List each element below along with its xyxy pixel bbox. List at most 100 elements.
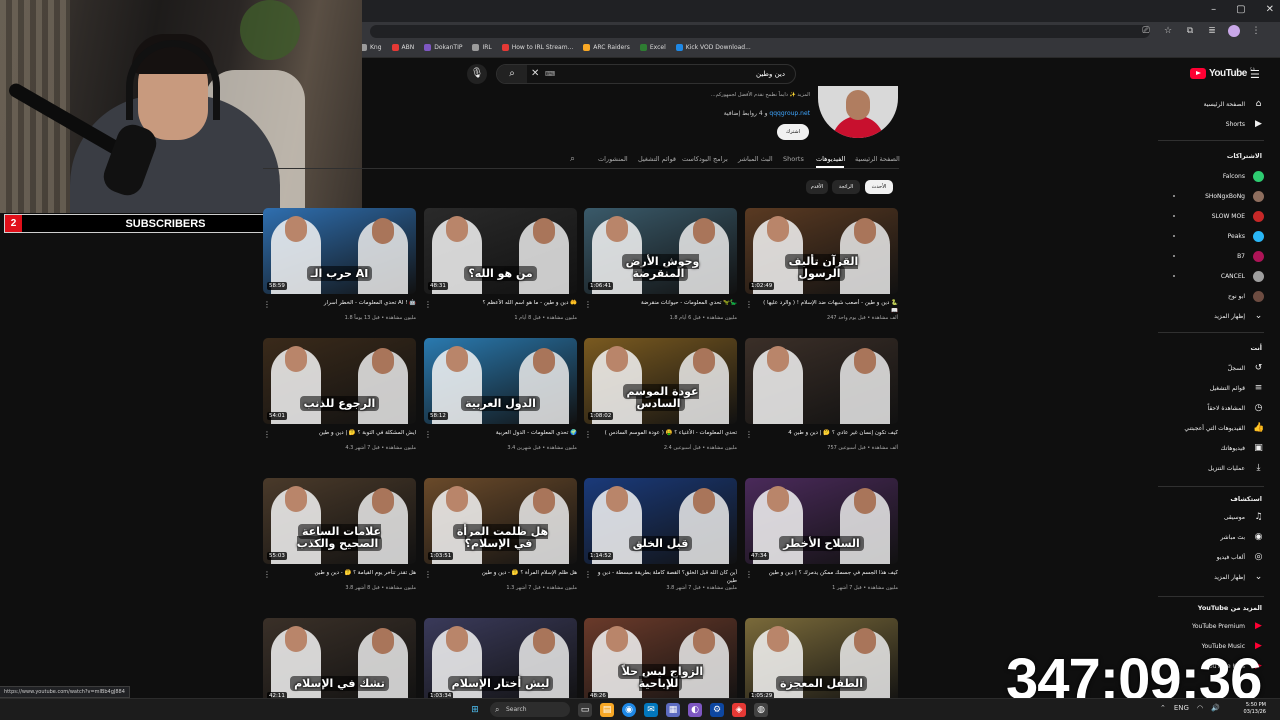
channel-links[interactable]: و 4 روابط إضافية qqqgroup.net [706, 110, 810, 117]
sidebar-item[interactable]: ابو نوح [1160, 288, 1264, 304]
video-title[interactable]: هل ظلم الإسلام المرأة ؟ 🤔 - دين و طين [424, 569, 577, 585]
video-thumbnail[interactable]: تشك في الإسلام 42:11 [263, 618, 416, 704]
tab-1[interactable]: الفيديوهات [816, 155, 845, 163]
sidebar-item[interactable]: SLOW MOE [1160, 208, 1264, 224]
bookmark-item[interactable]: ABN [391, 44, 414, 51]
store-icon[interactable]: ▦ [666, 702, 680, 717]
sort-chip[interactable]: الرائجة [832, 180, 860, 194]
video-card[interactable]: علامات الساعة الصحيح والكذب 55:03 هل تقدر … [263, 478, 416, 591]
video-thumbnail[interactable]: وحوش الأرض المنقرضة 1:06:41 [584, 208, 737, 294]
channel-description[interactable]: ...المزيد ✨ دايماً نطمح نقدم الأفضل لجمه… [706, 92, 810, 98]
more-options-icon[interactable]: ⋮ [584, 430, 592, 439]
keyboard-icon[interactable]: ⌨ [545, 70, 555, 78]
video-card[interactable]: قبل الخلق 1:14:52 أين كان الله قبل الخلق؟ … [584, 478, 737, 591]
bookmark-item[interactable]: How to IRL Stream... [501, 44, 573, 51]
search-input[interactable]: ⌕ ✕ ⌨ دين وطين [496, 64, 796, 84]
wifi-icon[interactable]: ◠ [1197, 704, 1203, 712]
channel-search-icon[interactable]: ⌕ [570, 154, 575, 164]
video-card[interactable]: الدول العربية 58:12 تحدي المعلومات - الدول… [424, 338, 577, 451]
bookmark-item[interactable]: Kick VOD Download... [675, 44, 751, 51]
start-icon[interactable]: ⊞ [468, 703, 482, 717]
video-title[interactable]: كيف تكون إنسان غير عادي ؟ 🤔 | دين و طين … [745, 429, 898, 445]
tab-0[interactable]: الصفحة الرئيسية [855, 155, 900, 163]
tab-6[interactable]: المنشورات [598, 155, 628, 163]
sidebar-item[interactable]: B7 [1160, 248, 1264, 264]
sidebar-item[interactable]: ألعاب فيديو ◎ [1160, 549, 1264, 565]
channel-link[interactable]: qqqgroup.net [769, 110, 810, 117]
steam-icon[interactable]: ⚙ [710, 702, 724, 717]
tab-4[interactable]: برامج البودكاست [682, 155, 728, 163]
sort-chip[interactable]: الأقدم [806, 180, 828, 194]
sidebar-item[interactable]: موسيقى ♫ [1160, 509, 1264, 525]
video-thumbnail[interactable]: حرب الـ AI 58:59 [263, 208, 416, 294]
video-thumbnail[interactable]: ليش أختار الإسلام 1:03:34 [424, 618, 577, 704]
reading-list-icon[interactable]: ≣ [1206, 25, 1218, 37]
subscriptions-heading[interactable]: الاشتراكات [1160, 152, 1262, 160]
taskbar-clock[interactable]: 5:50 PM 03/13/26 [1244, 702, 1266, 716]
chrome-icon[interactable]: ◉ [622, 702, 636, 717]
more-options-icon[interactable]: ⋮ [584, 300, 592, 309]
task-view-icon[interactable]: ▭ [578, 702, 592, 717]
more-options-icon[interactable]: ⋮ [263, 430, 271, 439]
sidebar-item[interactable]: الفيديوهات التي أعجبتني 👍 [1160, 420, 1264, 436]
voice-search-button[interactable]: 🎙 [467, 64, 487, 84]
you-heading[interactable]: أنت [1160, 344, 1262, 352]
bookmark-item[interactable]: Kng [360, 44, 382, 51]
profile-avatar[interactable] [1228, 25, 1240, 37]
youtube-logo[interactable]: YouTube SA [1190, 67, 1255, 79]
video-thumbnail[interactable]: الزواج ليس حلاً للإباحية 48:26 [584, 618, 737, 704]
more-options-icon[interactable]: ⋮ [745, 570, 753, 579]
video-title[interactable]: هل تقدر تتأخر يوم القيامة ؟ 🤔 - دين و طي… [263, 569, 417, 585]
video-card[interactable]: ليش أختار الإسلام 1:03:34 [424, 618, 577, 704]
tab-2[interactable]: Shorts [783, 155, 804, 163]
bookmark-item[interactable]: IRL [472, 44, 492, 51]
video-title[interactable]: أين كان الله قبل الخلق؟ القصة كاملة بطري… [584, 569, 737, 585]
video-thumbnail[interactable] [745, 338, 898, 424]
sidebar-item[interactable]: قوائم التشغيل ≡ [1160, 380, 1264, 396]
taskbar-search[interactable]: Search [490, 702, 570, 717]
video-thumbnail[interactable]: الدول العربية 58:12 [424, 338, 577, 424]
sidebar-item[interactable]: عمليات التنزيل ⤓ [1160, 460, 1264, 476]
video-thumbnail[interactable]: هل ظلمت المرأة في الإسلام؟ 1:03:51 [424, 478, 577, 564]
video-thumbnail[interactable]: السلاح الأخطر 47:34 [745, 478, 898, 564]
more-options-icon[interactable]: ⋮ [424, 570, 432, 579]
video-card[interactable]: من هو الله؟ 48:31 دين و طين - ما هو اسم ال… [424, 208, 577, 321]
sidebar-item[interactable]: إظهار المزيد ⌄ [1160, 569, 1264, 585]
video-card[interactable]: هل ظلمت المرأة في الإسلام؟ 1:03:51 هل ظلم … [424, 478, 577, 591]
sidebar-item[interactable]: YouTube Premium ▶ [1160, 618, 1264, 634]
video-title[interactable]: دين و طين - أصعب شبهات ضد الإسلام ! ( وا… [745, 299, 898, 315]
video-thumbnail[interactable]: من هو الله؟ 48:31 [424, 208, 577, 294]
video-thumbnail[interactable]: القرآن تأليف الرسول 1:02:49 [745, 208, 898, 294]
subscribe-button[interactable]: اشترك [777, 124, 809, 140]
extensions-icon[interactable]: ⧉ [1184, 25, 1196, 37]
video-title[interactable]: ايش المشكلة في التوبة ؟ 🤔 | دين و طين [263, 429, 416, 445]
sidebar-item[interactable]: الصفحة الرئيسية ⌂ [1160, 96, 1264, 112]
video-card[interactable]: السلاح الأخطر 47:34 كيف هذا الجسم في جسمك … [745, 478, 898, 591]
more-options-icon[interactable]: ⋮ [424, 430, 432, 439]
channel-avatar[interactable] [818, 86, 898, 138]
video-title[interactable]: تحدي المعلومات - الدول العربية 🌍 [424, 429, 577, 445]
video-card[interactable]: الرجوع للذنب 54:01 ايش المشكلة في التوبة ؟… [263, 338, 416, 451]
sidebar-item[interactable]: Falcons [1160, 168, 1264, 184]
video-card[interactable]: وحوش الأرض المنقرضة 1:06:41 تحدي المعلومات… [584, 208, 737, 321]
sidebar-item[interactable]: CANCEL [1160, 268, 1264, 284]
video-thumbnail[interactable]: قبل الخلق 1:14:52 [584, 478, 737, 564]
sidebar-item[interactable]: Shorts ▶ [1160, 116, 1264, 132]
bookmark-star-icon[interactable]: ☆ [1162, 25, 1174, 37]
minimize-icon[interactable]: – [1211, 4, 1216, 15]
video-title[interactable]: دين و طين - ما هو اسم الله الأعظم ؟ 🤲 [424, 299, 577, 315]
video-title[interactable]: تحدي المعلومات - الخطر أسرار AI ! 🤖 [263, 299, 416, 315]
more-options-icon[interactable]: ⋮ [584, 570, 592, 579]
sidebar-item[interactable]: السجلّ ↺ [1160, 360, 1264, 376]
maximize-icon[interactable]: ▢ [1236, 4, 1245, 15]
hamburger-menu-icon[interactable]: ☰ [1250, 68, 1260, 81]
browser-menu-icon[interactable]: ⋮ [1250, 25, 1262, 37]
video-thumbnail[interactable]: الرجوع للذنب 54:01 [263, 338, 416, 424]
bookmark-item[interactable]: Excel [639, 44, 666, 51]
more-options-icon[interactable]: ⋮ [263, 300, 271, 309]
close-icon[interactable]: ✕ [1266, 4, 1274, 15]
video-thumbnail[interactable]: الطفل المعجزة 1:05:29 [745, 618, 898, 704]
more-options-icon[interactable]: ⋮ [745, 430, 753, 439]
sidebar-item[interactable]: SHoNgxBoNg [1160, 188, 1264, 204]
more-options-icon[interactable]: ⋮ [263, 570, 271, 579]
